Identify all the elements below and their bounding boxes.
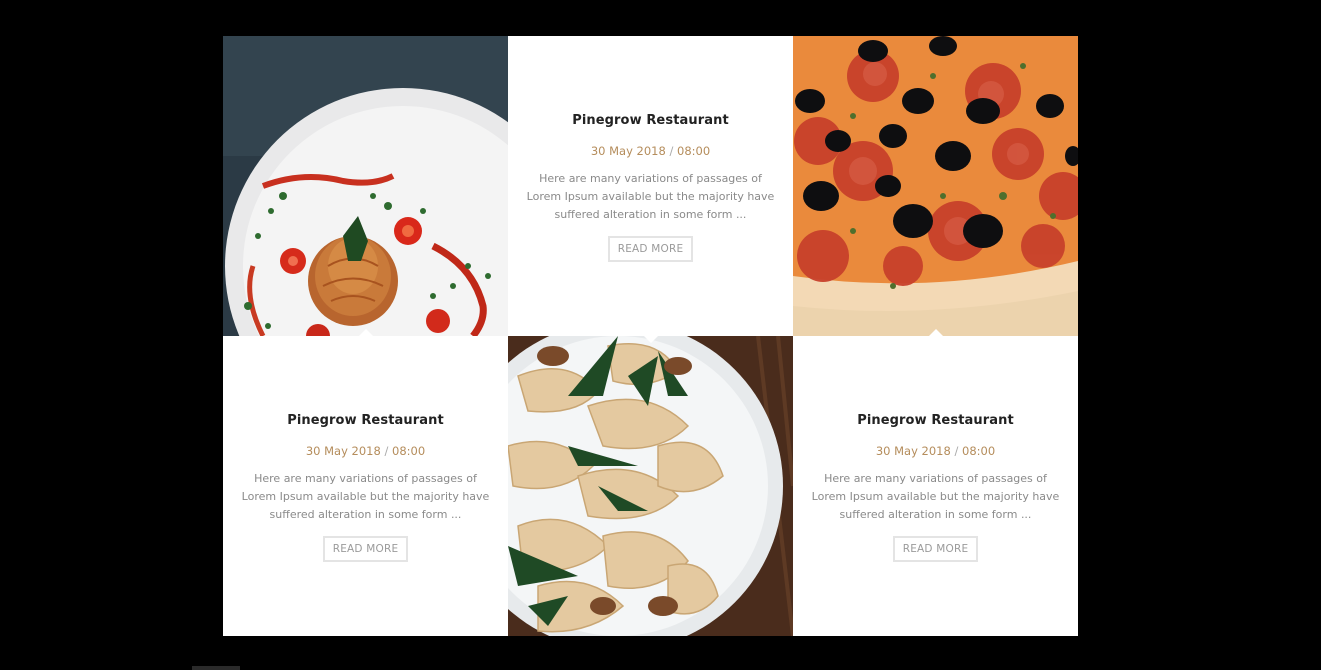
post-title[interactable]: Pinegrow Restaurant	[223, 413, 508, 428]
post-description: Here are many variations of passages of …	[811, 472, 1060, 521]
post-card: Pinegrow Restaurant 30 May 2018 / 08:00 …	[508, 36, 793, 336]
meta-separator: /	[954, 444, 959, 458]
grid-cell-post-3: Pinegrow Restaurant 30 May 2018 / 08:00 …	[793, 336, 1078, 636]
post-card: Pinegrow Restaurant 30 May 2018 / 08:00 …	[793, 336, 1078, 636]
post-date: 30 May 2018	[305, 444, 381, 458]
grid-cell-pappardelle	[508, 336, 793, 636]
post-date: 30 May 2018	[590, 144, 666, 158]
post-meta: 30 May 2018 / 08:00	[223, 444, 508, 458]
post-time: 08:00	[392, 444, 426, 458]
pizza-image	[793, 36, 1078, 336]
grid-cell-spaghetti	[223, 36, 508, 336]
post-meta: 30 May 2018 / 08:00	[793, 444, 1078, 458]
post-title[interactable]: Pinegrow Restaurant	[508, 113, 793, 128]
post-meta: 30 May 2018 / 08:00	[508, 144, 793, 158]
grid-cell-post-1: Pinegrow Restaurant 30 May 2018 / 08:00 …	[508, 36, 793, 336]
pizza-photo[interactable]	[793, 36, 1078, 336]
grid-cell-pizza	[793, 36, 1078, 336]
spaghetti-photo[interactable]	[223, 36, 508, 336]
meta-separator: /	[669, 144, 674, 158]
card-pointer	[643, 335, 659, 343]
card-pointer	[357, 329, 374, 336]
post-title[interactable]: Pinegrow Restaurant	[793, 413, 1078, 428]
read-more-button[interactable]: READ MORE	[892, 536, 979, 562]
read-more-button[interactable]: READ MORE	[607, 236, 694, 262]
scroll-indicator	[192, 666, 240, 670]
post-description: Here are many variations of passages of …	[241, 472, 490, 521]
read-more-button[interactable]: READ MORE	[322, 536, 409, 562]
post-description: Here are many variations of passages of …	[526, 172, 775, 221]
post-time: 08:00	[962, 444, 996, 458]
post-card: Pinegrow Restaurant 30 May 2018 / 08:00 …	[223, 336, 508, 636]
meta-separator: /	[384, 444, 389, 458]
pappardelle-image	[508, 336, 793, 636]
grid-cell-post-2: Pinegrow Restaurant 30 May 2018 / 08:00 …	[223, 336, 508, 636]
post-time: 08:00	[677, 144, 711, 158]
card-pointer	[927, 329, 944, 336]
spaghetti-image	[223, 36, 508, 336]
pappardelle-photo[interactable]	[508, 336, 793, 636]
post-date: 30 May 2018	[875, 444, 951, 458]
